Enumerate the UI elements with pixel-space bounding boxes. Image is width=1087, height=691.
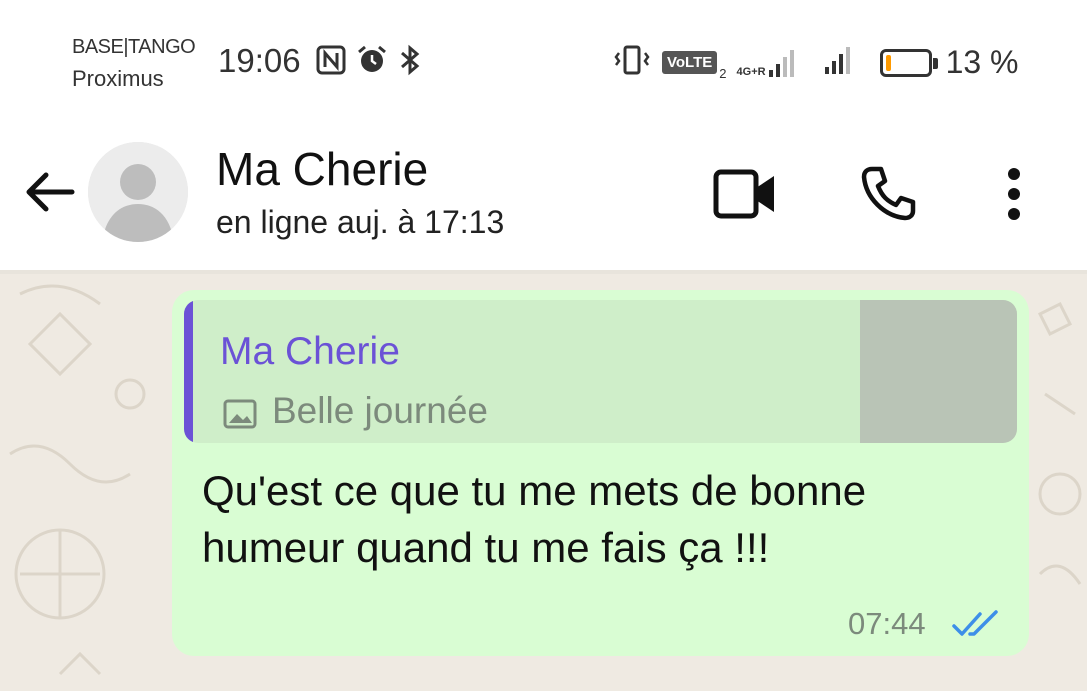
carrier-name: BASE|TANGO	[72, 36, 196, 58]
bluetooth-icon	[398, 44, 422, 81]
back-button[interactable]	[22, 170, 78, 214]
quote-author: Ma Cherie	[220, 330, 400, 373]
contact-avatar[interactable]	[88, 142, 188, 242]
network-type: 4G+R	[736, 65, 766, 78]
message-text: Qu'est ce que tu me mets de bonne humeur…	[202, 467, 867, 571]
chat-area[interactable]: Ma Cherie Belle journée Qu'est ce que tu…	[0, 274, 1087, 691]
battery-percent: 13 %	[945, 44, 1019, 80]
video-call-button[interactable]	[712, 168, 778, 225]
battery-level	[885, 54, 891, 71]
back-arrow-icon	[26, 172, 75, 212]
status-clock: 19:06	[218, 42, 301, 79]
voice-call-button[interactable]	[858, 164, 918, 229]
more-options-icon	[1008, 168, 1020, 220]
volte-badge: VoLTE	[662, 51, 718, 74]
video-call-icon	[713, 169, 774, 219]
status-icons-right: VoLTE 2 4G+R 13 %	[612, 44, 1019, 81]
status-icons-left	[316, 44, 422, 81]
contact-name[interactable]: Ma Cherie	[216, 142, 428, 196]
image-icon	[222, 396, 258, 437]
vibrate-icon	[612, 44, 652, 81]
quoted-message[interactable]: Ma Cherie Belle journée	[184, 300, 1017, 443]
message-bubble[interactable]: Ma Cherie Belle journée Qu'est ce que tu…	[172, 290, 1029, 656]
message-time: 07:44	[848, 606, 926, 641]
chat-header: Ma Cherie en ligne auj. à 17:13	[0, 120, 1087, 270]
contact-last-seen: en ligne auj. à 17:13	[216, 204, 505, 240]
signal-icon: 4G+R	[737, 48, 796, 78]
voice-call-icon	[861, 166, 916, 221]
battery-icon	[879, 48, 938, 77]
carrier-secondary: Proximus	[72, 66, 164, 91]
avatar-placeholder-icon	[88, 142, 188, 242]
quote-accent-bar	[184, 300, 193, 443]
more-options-button[interactable]	[1000, 166, 1028, 227]
volte-sim-number: 2	[719, 66, 727, 81]
status-bar: BASE|TANGO Proximus 19:06 VoLTE 2 4G+R 1…	[0, 0, 1087, 120]
nfc-icon	[316, 45, 346, 80]
alarm-icon	[356, 44, 388, 81]
signal-icon	[824, 45, 854, 80]
quote-text: Belle journée	[272, 390, 488, 431]
quote-thumbnail-placeholder[interactable]	[860, 300, 1017, 443]
double-check-icon	[952, 608, 1002, 645]
